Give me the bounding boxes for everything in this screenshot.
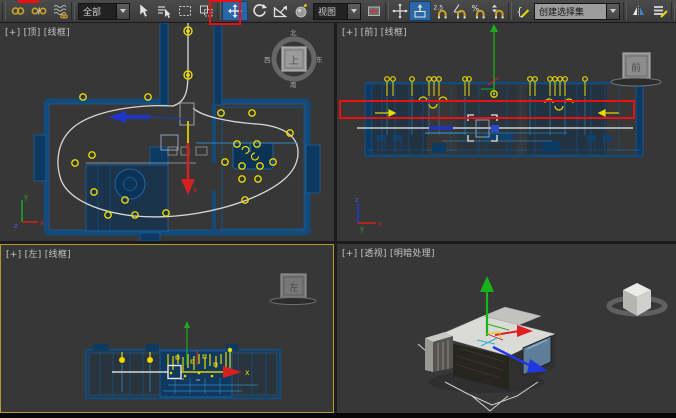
select-and-move-icon[interactable] [222, 1, 248, 21]
toolbar-separator [2, 2, 6, 20]
edit-named-selection-sets-icon[interactable]: { [513, 1, 532, 21]
named-selection-sets-value: 创建选择集 [539, 5, 604, 18]
tripod-x-label: x [40, 219, 44, 227]
compass-west-label[interactable]: 西 [264, 56, 271, 64]
tripod-x-label: x [378, 220, 382, 228]
unlink-selection-icon[interactable] [28, 1, 49, 21]
keyboard-override-toggle-icon[interactable] [409, 1, 431, 21]
select-object-icon[interactable] [132, 1, 153, 21]
select-and-scale-icon[interactable] [269, 1, 290, 21]
axis-x-label: x [193, 186, 197, 194]
viewport-perspective-label[interactable]: [+] [透视] [明暗处理] [342, 246, 435, 259]
floorplan-furniture [86, 143, 273, 231]
selection-filter-value: 全部 [83, 5, 114, 18]
viewcube-top[interactable]: 上 北 东 南 西 [264, 29, 323, 89]
viewcube-perspective[interactable] [609, 283, 665, 316]
toolbar-separator [217, 2, 221, 20]
select-and-link-icon[interactable] [7, 1, 28, 21]
compass-east-label[interactable]: 东 [316, 55, 323, 64]
elevation-walls [365, 83, 643, 156]
compass-north-label[interactable]: 北 [290, 29, 297, 37]
viewport-left-label[interactable]: [+] [左] [线框] [6, 247, 71, 260]
viewcube-front[interactable]: 前 [611, 53, 661, 86]
floorplan-walls [34, 23, 320, 241]
viewcube-left-face-label[interactable]: 左 [289, 282, 299, 294]
named-selection-sets-dropdown[interactable]: 创建选择集 [534, 3, 620, 20]
viewport-top-label[interactable]: [+] [顶] [线框] [5, 25, 70, 38]
window-crossing-icon[interactable] [195, 1, 216, 21]
compass-south-label[interactable]: 南 [290, 80, 297, 89]
chevron-down-icon[interactable] [116, 4, 129, 19]
select-and-manipulate-icon[interactable] [390, 1, 409, 21]
percent-snap-toggle-icon[interactable]: % [469, 1, 488, 21]
tripod-z-label: z [355, 196, 359, 204]
viewport-front[interactable]: [+] [前] [线框] [337, 23, 676, 241]
toolbar-separator [623, 2, 627, 20]
bottom-edge-strip [0, 413, 676, 418]
3dsmax-window: 全部 视图 2.5 % { 创建选择集 [0, 0, 676, 418]
viewport-front-label[interactable]: [+] [前] [线框] [342, 25, 407, 38]
tripod-y-label: y [24, 193, 28, 201]
manage-layers-icon[interactable] [649, 1, 670, 21]
annotation-fragment [18, 0, 39, 3]
viewport-perspective-canvas[interactable] [337, 244, 676, 413]
tripod-z-label: z [14, 222, 18, 230]
toolbar-separator [508, 2, 512, 20]
gizmo-axis-top[interactable]: x [181, 121, 197, 195]
viewport-top[interactable]: [+] [顶] [线框] [0, 23, 334, 241]
select-and-manipulate-sphere-icon[interactable] [290, 1, 311, 21]
world-axis-tripod-front: z x y [355, 196, 382, 233]
angle-snap-toggle-icon[interactable] [450, 1, 469, 21]
reference-coordinate-dropdown[interactable]: 视图 [313, 3, 361, 20]
path-direction-arrow-blue [108, 111, 188, 123]
viewcube-top-face-label[interactable]: 上 [289, 55, 299, 67]
spinner-snap-toggle-icon[interactable] [488, 1, 507, 21]
viewport-perspective[interactable]: [+] [透视] [明暗处理] [337, 244, 676, 413]
chevron-down-icon[interactable] [606, 4, 619, 19]
select-and-rotate-icon[interactable] [248, 1, 269, 21]
tripod-y-label: y [360, 225, 364, 233]
world-axis-tripod-top: y x z [14, 193, 44, 230]
toolbar-separator [385, 2, 389, 20]
viewcube-left[interactable]: 左 [270, 274, 316, 305]
toolbar-separator [71, 2, 75, 20]
toolbar-separator [671, 2, 675, 20]
viewport-left-canvas[interactable]: x 左 [0, 244, 334, 413]
rectangular-selection-region-icon[interactable] [174, 1, 195, 21]
mirror-icon[interactable] [628, 1, 649, 21]
reference-coordinate-value: 视图 [318, 5, 345, 18]
viewport-front-canvas[interactable]: 前 z x y [337, 23, 676, 241]
chevron-down-icon[interactable] [347, 4, 360, 19]
viewport-top-canvas[interactable]: x [0, 23, 334, 241]
select-by-name-icon[interactable] [153, 1, 174, 21]
use-pivot-point-center-icon[interactable] [363, 1, 384, 21]
viewport-left[interactable]: [+] [左] [线框] [0, 244, 334, 413]
snap-toggle-25d-icon[interactable]: 2.5 [431, 1, 450, 21]
axis-x-label: x [245, 368, 250, 377]
main-toolbar: 全部 视图 2.5 % { 创建选择集 [0, 0, 676, 23]
bind-to-space-warp-icon[interactable] [49, 1, 70, 21]
selection-filter-dropdown[interactable]: 全部 [78, 3, 130, 20]
viewcube-front-face-label[interactable]: 前 [631, 61, 641, 74]
